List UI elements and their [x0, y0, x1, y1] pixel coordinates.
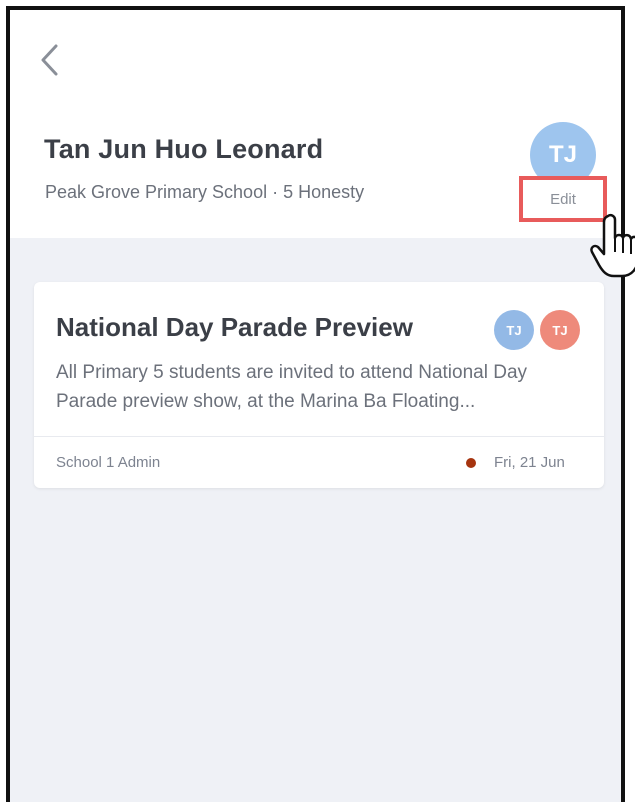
student-name: Tan Jun Huo Leonard [44, 134, 324, 164]
announcement-title: National Day Parade Preview [56, 312, 413, 342]
recipient-avatar: TJ [494, 310, 534, 350]
hand-pointer-icon [590, 213, 635, 278]
announcement-card[interactable]: National Day Parade Preview TJ TJ All Pr… [34, 282, 604, 488]
edit-label: Edit [550, 190, 576, 208]
card-divider [34, 436, 604, 437]
recipient-avatar: TJ [540, 310, 580, 350]
profile-header: Tan Jun Huo Leonard Peak Grove Primary S… [10, 10, 621, 238]
recipient-initials: TJ [552, 322, 568, 338]
announcement-body: All Primary 5 students are invited to at… [56, 362, 528, 412]
unread-status-dot [466, 458, 476, 468]
recipient-initials: TJ [506, 322, 522, 338]
app-screen: Tan Jun Huo Leonard Peak Grove Primary S… [6, 6, 625, 802]
chevron-left-icon[interactable] [36, 40, 62, 80]
announcement-date: Fri, 21 Jun [494, 454, 565, 471]
announcement-author: School 1 Admin [56, 454, 161, 471]
school-class-line: Peak Grove Primary School · 5 Honesty [45, 182, 365, 202]
avatar-initials: TJ [548, 141, 577, 168]
